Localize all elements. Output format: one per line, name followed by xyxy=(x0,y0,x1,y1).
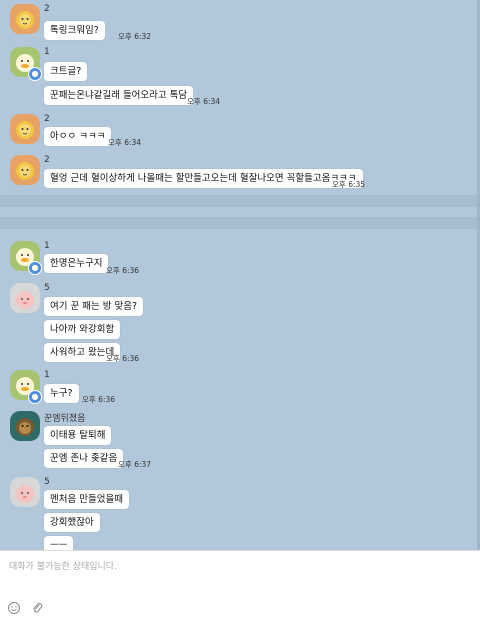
message-bubble[interactable]: 여기 꾼 패는 방 맞음? xyxy=(44,297,144,316)
verified-badge-icon: ● xyxy=(28,390,42,404)
lion-icon xyxy=(10,4,40,34)
message-bubble[interactable]: 아ㅇㅇ ㅋㅋㅋ xyxy=(44,127,112,146)
message-time: 오후 6:36 xyxy=(82,395,116,404)
avatar-peach[interactable] xyxy=(10,283,40,313)
message-time: 오후 6:34 xyxy=(187,97,221,106)
sender-name: 1 xyxy=(44,47,50,57)
peach-icon xyxy=(10,477,40,507)
message-bubble[interactable]: 누구? xyxy=(44,384,79,403)
message-bubble[interactable]: 나아까 와강회함 xyxy=(44,320,121,339)
message-time: 오후 6:36 xyxy=(106,266,140,275)
sender-name: 2 xyxy=(44,4,50,14)
message-time: 오후 6:36 xyxy=(106,354,140,363)
sender-name: 5 xyxy=(44,477,50,487)
verified-badge-icon: ● xyxy=(28,67,42,81)
date-divider xyxy=(0,195,480,207)
chat-area[interactable]: 2 톡링크뭐임? 오후 6:32 ● 1 크트글? 꾼패는온냐같길래 들어오라고… xyxy=(0,0,480,550)
lion-icon xyxy=(10,155,40,185)
message-time: 오후 6:37 xyxy=(118,460,152,469)
avatar-peach[interactable] xyxy=(10,477,40,507)
sender-name: 1 xyxy=(44,241,50,251)
sender-name: 2 xyxy=(44,114,50,124)
message-bubble[interactable]: 혈엉 근데 혈이상하게 나올때는 할만들고오는데 혈잘나오면 꼭할들고옴ㅋㅋㅋ xyxy=(44,169,363,188)
avatar-lion[interactable] xyxy=(10,114,40,144)
message-bubble[interactable]: 꾼패는온냐같길래 들어오라고 톡담 xyxy=(44,86,194,105)
input-placeholder: 대화가 불가능한 상태입니다. xyxy=(9,562,117,572)
message-bubble[interactable]: 멘처음 만들었을때 xyxy=(44,490,129,509)
verified-badge-icon: ● xyxy=(28,261,42,275)
avatar-lion[interactable] xyxy=(10,4,40,34)
sender-name: 꾼엠뒤졌음 xyxy=(44,414,86,424)
paperclip-icon[interactable] xyxy=(30,600,44,614)
lion-icon xyxy=(10,114,40,144)
avatar-lion[interactable] xyxy=(10,155,40,185)
avatar-dark[interactable] xyxy=(10,411,40,441)
message-bubble[interactable]: 이태용 탈퇴해 xyxy=(44,426,112,445)
message-time: 오후 6:34 xyxy=(108,138,142,147)
message-bubble[interactable]: 톡링크뭐임? xyxy=(44,21,105,40)
date-divider xyxy=(0,217,480,229)
message-time: 오후 6:35 xyxy=(332,180,366,189)
message-bubble[interactable]: 한명은누구지 xyxy=(44,254,109,273)
message-bubble[interactable]: 강회했잖아 xyxy=(44,513,100,532)
message-bubble[interactable]: ㅡㅡ xyxy=(44,536,74,550)
peach-icon xyxy=(10,283,40,313)
sender-name: 1 xyxy=(44,370,50,380)
sender-name: 2 xyxy=(44,155,50,165)
dark-character-icon xyxy=(10,411,40,441)
message-bubble[interactable]: 꾼엠 존나 좆같음 xyxy=(44,449,124,468)
sender-name: 5 xyxy=(44,283,50,293)
smiley-icon[interactable] xyxy=(7,600,21,614)
message-bubble[interactable]: 크트글? xyxy=(44,62,88,81)
message-time: 오후 6:32 xyxy=(118,32,152,41)
message-input-area[interactable]: 대화가 불가능한 상태입니다. xyxy=(0,550,480,620)
